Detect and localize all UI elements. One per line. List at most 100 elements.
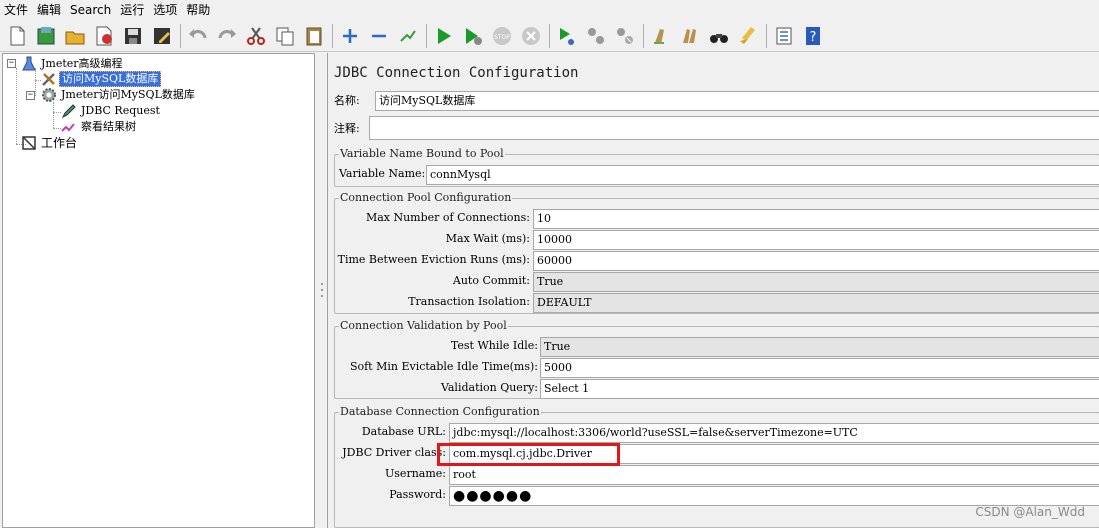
tree-line <box>53 112 61 113</box>
pane-splitter[interactable] <box>317 53 327 528</box>
open-icon[interactable] <box>62 23 88 49</box>
comment-field[interactable] <box>369 116 1099 140</box>
variable-group-title: Variable Name Bound to Pool <box>339 147 505 161</box>
shutdown-icon[interactable] <box>518 23 544 49</box>
comment-label: 注释: <box>334 122 360 135</box>
menu-search[interactable]: Search <box>66 0 116 20</box>
tree-line <box>53 102 54 128</box>
toggle-icon[interactable] <box>395 23 421 49</box>
password-field[interactable]: ●●●●●● <box>449 486 1099 506</box>
start-no-pause-icon[interactable] <box>460 23 486 49</box>
svg-text:?: ? <box>810 30 817 45</box>
toolbar-separator <box>766 23 767 48</box>
stop-icon[interactable]: STOP <box>489 23 515 49</box>
menu-run[interactable]: 运行 <box>116 0 149 20</box>
database-url-label: Database URL: <box>361 425 446 438</box>
validation-query-field[interactable]: Select 1 <box>540 379 1099 399</box>
gear-icon <box>41 87 57 103</box>
db-group-title: Database Connection Configuration <box>339 405 541 419</box>
remote-stop-icon[interactable] <box>583 23 609 49</box>
remote-shutdown-icon[interactable] <box>612 23 638 49</box>
tree-line <box>53 128 61 129</box>
tree-expander[interactable]: − <box>26 91 35 100</box>
test-while-idle-select[interactable]: True <box>540 337 1099 357</box>
max-connections-field[interactable]: 10 <box>533 209 1099 229</box>
paste-icon[interactable] <box>301 23 327 49</box>
clear-icon[interactable] <box>648 23 674 49</box>
copy-icon[interactable] <box>272 23 298 49</box>
config-panel: JDBC Connection Configuration 名称: 访问MySQ… <box>327 53 1099 528</box>
collapse-icon[interactable] <box>366 23 392 49</box>
database-url-field[interactable]: jdbc:mysql://localhost:3306/world?useSSL… <box>449 423 1099 443</box>
new-file-icon[interactable] <box>4 23 30 49</box>
menu-options[interactable]: 选项 <box>149 0 182 20</box>
name-field[interactable]: 访问MySQL数据库 <box>375 91 1099 111</box>
tree-line <box>35 68 36 96</box>
svg-text:STOP: STOP <box>494 34 510 41</box>
eviction-field[interactable]: 60000 <box>533 251 1099 271</box>
test-plan-tree[interactable]: − − Jmeter高级编程 访问MySQL数据库 Jmeter访问MySQL数… <box>2 53 315 528</box>
cut-icon[interactable] <box>243 23 269 49</box>
toolbar-separator <box>643 23 644 48</box>
tree-expander[interactable]: − <box>7 59 16 68</box>
tree-node-jdbc-request[interactable]: JDBC Request <box>61 103 162 119</box>
pool-group-title: Connection Pool Configuration <box>339 191 513 205</box>
save-icon[interactable] <box>120 23 146 49</box>
isolation-label: Transaction Isolation: <box>408 295 530 308</box>
redo-icon[interactable] <box>214 23 240 49</box>
splitter-grip <box>321 289 323 291</box>
soft-min-idle-field[interactable]: 5000 <box>540 358 1099 378</box>
pen-icon <box>61 103 77 119</box>
highlight-box <box>437 443 620 466</box>
max-wait-field[interactable]: 10000 <box>533 230 1099 250</box>
menu-file[interactable]: 文件 <box>0 0 33 20</box>
panel-title: JDBC Connection Configuration <box>334 65 579 81</box>
menu-bar: 文件 编辑 Search 运行 选项 帮助 <box>0 0 1099 20</box>
name-label: 名称: <box>334 94 360 107</box>
templates-icon[interactable] <box>33 23 59 49</box>
expand-icon[interactable] <box>337 23 363 49</box>
tree-node-thread-group[interactable]: Jmeter访问MySQL数据库 <box>41 87 197 103</box>
menu-edit[interactable]: 编辑 <box>33 0 66 20</box>
password-label: Password: <box>389 488 446 501</box>
tree-node-workbench[interactable]: 工作台 <box>21 135 79 151</box>
reset-search-icon[interactable] <box>735 23 761 49</box>
validation-group-title: Connection Validation by Pool <box>339 319 508 333</box>
auto-commit-label: Auto Commit: <box>452 274 530 287</box>
toolbar-separator <box>332 23 333 48</box>
start-icon[interactable] <box>431 23 457 49</box>
tree-node-jdbc-config[interactable]: 访问MySQL数据库 <box>41 71 162 87</box>
menu-help[interactable]: 帮助 <box>182 0 215 20</box>
max-wait-label: Max Wait (ms): <box>445 232 530 245</box>
wrench-screwdriver-icon <box>41 71 57 87</box>
clear-all-icon[interactable] <box>677 23 703 49</box>
isolation-select[interactable]: DEFAULT <box>533 293 1099 313</box>
help-icon[interactable]: ? <box>800 23 826 49</box>
eviction-label: Time Between Eviction Runs (ms): <box>337 253 530 266</box>
tree-node-test-plan[interactable]: Jmeter高级编程 <box>21 56 125 72</box>
watermark: CSDN @Alan_Wdd <box>975 505 1085 519</box>
chart-line-icon <box>61 119 77 135</box>
splitter-grip <box>321 295 323 297</box>
username-label: Username: <box>385 467 446 480</box>
save-as-icon[interactable] <box>149 23 175 49</box>
toolbar-separator <box>426 23 427 48</box>
soft-min-idle-label: Soft Min Evictable Idle Time(ms): <box>349 360 538 373</box>
tree-node-results-tree[interactable]: 察看结果树 <box>61 119 138 135</box>
auto-commit-select[interactable]: True <box>533 272 1099 292</box>
jdbc-driver-label: JDBC Driver class: <box>342 446 446 459</box>
close-icon[interactable] <box>91 23 117 49</box>
username-field[interactable]: root <box>449 465 1099 485</box>
function-helper-icon[interactable] <box>771 23 797 49</box>
workbench-icon <box>21 135 37 151</box>
tree-line <box>16 68 17 144</box>
remote-start-icon[interactable] <box>554 23 580 49</box>
test-while-idle-label: Test While Idle: <box>450 339 538 352</box>
toolbar-separator <box>180 23 181 48</box>
variable-name-field[interactable]: connMysql <box>426 165 1099 185</box>
search-icon[interactable] <box>706 23 732 49</box>
undo-icon[interactable] <box>185 23 211 49</box>
validation-query-label: Validation Query: <box>440 381 538 394</box>
max-connections-label: Max Number of Connections: <box>365 211 530 224</box>
toolbar: STOP ? <box>0 20 1099 52</box>
